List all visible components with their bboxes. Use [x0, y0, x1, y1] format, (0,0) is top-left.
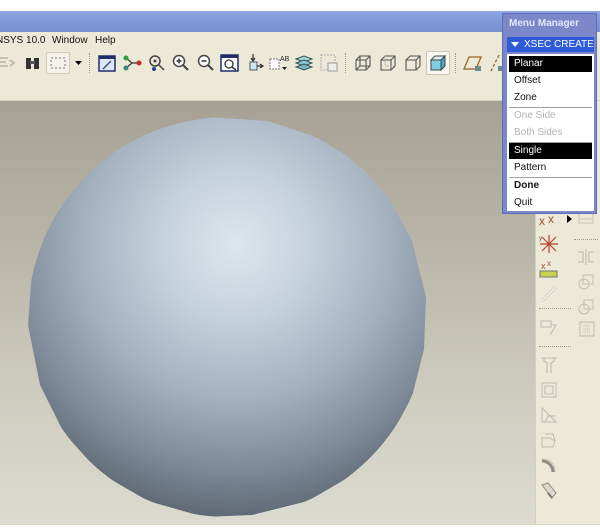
panel-separator	[539, 346, 571, 347]
annotation-icon[interactable]: AB	[268, 52, 290, 74]
toolbar-separator	[89, 53, 90, 73]
view-manager-icon[interactable]	[318, 52, 340, 74]
sketched-point-icon[interactable]: y	[539, 234, 559, 254]
find-binoculars-icon[interactable]	[22, 52, 44, 74]
menu-item-zone[interactable]: Zone	[509, 90, 592, 106]
draft-icon[interactable]	[539, 430, 559, 450]
sketch-tool-icon[interactable]	[539, 317, 559, 337]
menu-item-done[interactable]: Done	[509, 178, 592, 194]
svg-text:y: y	[539, 236, 542, 242]
menu-header-label: XSEC CREATE	[524, 39, 594, 50]
menu-item-pattern[interactable]: Pattern	[509, 160, 592, 176]
orient-view-icon[interactable]	[146, 52, 168, 74]
wireframe-icon[interactable]	[352, 52, 374, 74]
hidden-line-icon[interactable]	[377, 52, 399, 74]
chamfer-icon[interactable]	[539, 480, 559, 500]
collapse-triangle-icon	[511, 42, 519, 47]
svg-text:x: x	[548, 212, 554, 226]
svg-text:x: x	[547, 259, 551, 268]
pattern-icon[interactable]	[576, 297, 596, 317]
xsec-create-header[interactable]: XSEC CREATE	[507, 37, 594, 52]
svg-text:AB: AB	[280, 56, 289, 63]
status-strip	[0, 524, 600, 530]
refit-icon[interactable]	[219, 52, 241, 74]
panel-separator	[574, 239, 598, 240]
menu-item-single[interactable]: Single	[509, 143, 592, 159]
dropdown-arrow-icon[interactable]	[68, 52, 90, 74]
menu-item-one-side: One Side	[514, 110, 556, 121]
panel-separator	[539, 308, 571, 309]
menu-app-title: NSYS 10.0	[0, 35, 46, 46]
svg-text:x: x	[541, 261, 546, 271]
datum-points-icon[interactable]	[121, 52, 143, 74]
hole-icon[interactable]	[539, 355, 559, 375]
zoom-in-icon[interactable]	[170, 52, 192, 74]
rib-icon[interactable]	[539, 405, 559, 425]
round-icon[interactable]	[539, 455, 559, 475]
offset-point-icon[interactable]: xx	[539, 259, 559, 279]
svg-text:x: x	[539, 214, 545, 228]
shaded-icon[interactable]	[426, 51, 450, 75]
no-hidden-icon[interactable]	[402, 52, 424, 74]
toolbar-separator	[455, 53, 456, 73]
menu-item-both-sides: Both Sides	[514, 127, 563, 138]
menu-manager-window: Menu Manager XSEC CREATE Planar Offset Z…	[502, 13, 597, 214]
datum-plane-icon[interactable]	[462, 52, 484, 74]
menu-item-planar[interactable]: Planar	[509, 56, 592, 72]
sketch-display-icon[interactable]	[96, 52, 118, 74]
datum-curve-sketch-icon[interactable]	[539, 284, 559, 304]
toolbar-separator	[345, 53, 346, 73]
zoom-out-icon[interactable]	[195, 52, 217, 74]
mirror-icon[interactable]	[576, 247, 596, 267]
sphere-model[interactable]	[28, 117, 426, 517]
menu-window[interactable]: Window	[52, 35, 88, 46]
merge-icon[interactable]	[576, 272, 596, 292]
menu-help[interactable]: Help	[95, 35, 116, 46]
table-icon[interactable]	[577, 319, 597, 339]
redo-icon[interactable]	[0, 52, 18, 74]
menu-manager-list: Planar Offset Zone One Side Both Sides S…	[507, 54, 594, 211]
spin-center-icon[interactable]	[244, 52, 266, 74]
menu-item-offset[interactable]: Offset	[509, 73, 592, 89]
menu-item-quit[interactable]: Quit	[509, 195, 592, 211]
selection-box-icon[interactable]	[46, 52, 70, 74]
model-viewport[interactable]	[0, 101, 535, 524]
menu-manager-title: Menu Manager	[509, 18, 580, 29]
layers-icon[interactable]	[293, 52, 315, 74]
shell-icon[interactable]	[539, 380, 559, 400]
